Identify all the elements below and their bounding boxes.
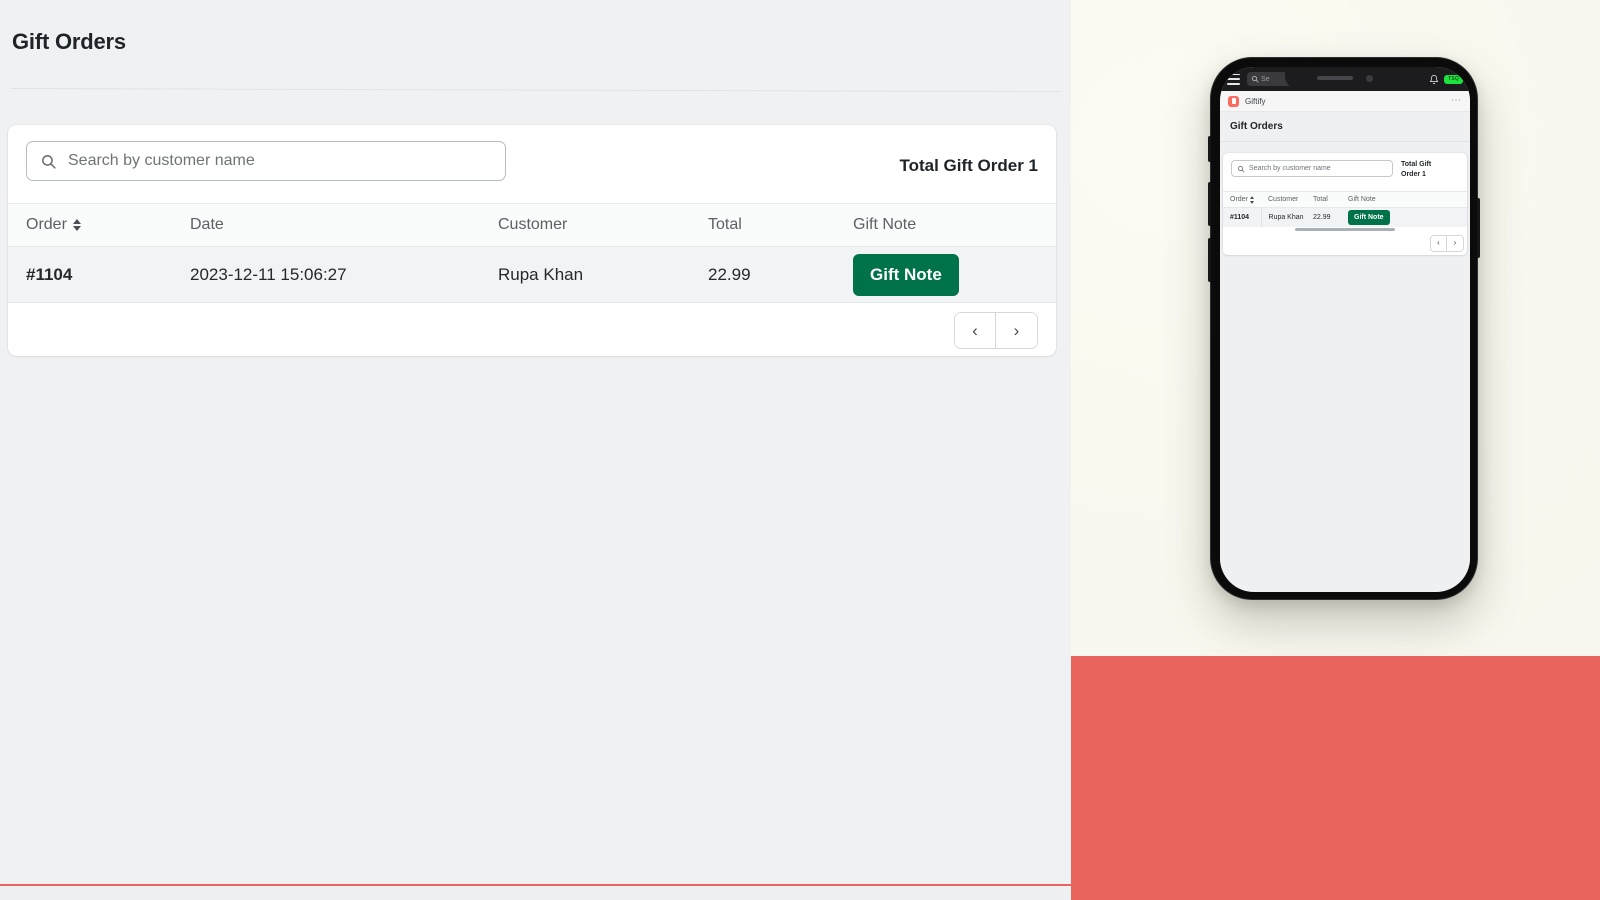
mobile-page-title: Gift Orders: [1230, 121, 1283, 132]
mobile-card-toolbar: Search by customer name Total Gift Order…: [1223, 153, 1467, 191]
mobile-search-field-wrapper[interactable]: Search by customer name: [1231, 160, 1393, 177]
gift-orders-table: Order Date Customer Total Gift Note #110…: [8, 203, 1056, 303]
mobile-table-header-row: Order Customer Total Gift Note: [1223, 191, 1467, 208]
column-header-gift-note: Gift Note: [853, 216, 917, 233]
cell-gift-note: Gift Note: [853, 247, 1056, 303]
card-footer: ‹ ›: [8, 303, 1056, 356]
search-icon: [1251, 75, 1259, 83]
bottom-red-rule: [0, 884, 1071, 886]
search-field-wrapper[interactable]: [26, 141, 506, 181]
cell-total: 22.99: [708, 264, 751, 284]
mobile-status-bar: Se TSQ: [1220, 67, 1470, 91]
hamburger-icon[interactable]: [1227, 73, 1240, 85]
column-header-date: Date: [190, 216, 224, 233]
gift-orders-card: Total Gift Order 1 Order Date Customer T: [8, 125, 1056, 356]
app-name-label: Giftify: [1245, 96, 1266, 106]
mobile-preview-panel: Se TSQ Giftify ⋯ Gift Orders Search by c…: [1071, 0, 1600, 656]
mobile-search-placeholder: Search by customer name: [1249, 165, 1331, 172]
mobile-column-header-gift-note: Gift Note: [1348, 196, 1376, 203]
mobile-cell-total: 22.99: [1313, 213, 1331, 221]
mobile-pagination-prev-button[interactable]: ‹: [1431, 235, 1447, 251]
search-icon: [1237, 165, 1245, 172]
status-badge: TSQ: [1444, 74, 1463, 84]
mobile-header-divider: [1220, 141, 1470, 142]
mobile-table-head: Order Customer Total Gift Note: [1223, 191, 1467, 208]
mobile-browser-search-text: Se: [1261, 75, 1270, 83]
phone-notch: [1285, 67, 1405, 89]
red-band: [1071, 656, 1600, 900]
cell-customer: Rupa Khan: [498, 264, 584, 284]
card-toolbar: Total Gift Order 1: [8, 125, 1056, 203]
column-header-total: Total: [708, 216, 742, 233]
pagination-prev-button[interactable]: ‹: [955, 313, 996, 348]
table-head: Order Date Customer Total Gift Note: [8, 203, 1056, 247]
sort-icon[interactable]: [72, 218, 82, 232]
earpiece-speaker: [1317, 76, 1353, 80]
column-header-order-label: Order: [26, 216, 67, 233]
phone-mockup: Se TSQ Giftify ⋯ Gift Orders Search by c…: [1208, 57, 1480, 600]
pagination: ‹ ›: [954, 312, 1038, 349]
phone-screen: Se TSQ Giftify ⋯ Gift Orders Search by c…: [1220, 67, 1470, 592]
giftify-logo-icon: [1228, 95, 1239, 107]
gift-note-button[interactable]: Gift Note: [853, 253, 959, 296]
mobile-card-footer: ‹ ›: [1223, 231, 1467, 255]
mobile-table-body: #1104 Rupa Khan 22.99 Gift Note: [1223, 207, 1467, 227]
mobile-cell-customer: Rupa Khan: [1268, 213, 1304, 221]
mobile-gift-orders-table: Order Customer Total Gift Note #1104 Rup…: [1223, 191, 1467, 227]
overflow-menu-icon[interactable]: ⋯: [1451, 96, 1462, 106]
mobile-column-header-customer: Customer: [1268, 196, 1299, 203]
header-divider: [10, 88, 1061, 93]
cell-order: #1104: [26, 264, 73, 284]
search-input[interactable]: [68, 152, 468, 170]
column-header-order[interactable]: Order: [8, 204, 190, 247]
mobile-column-header-order-label: Order: [1230, 196, 1248, 203]
table-body: #1104 2023-12-11 15:06:27 Rupa Khan 22.9…: [8, 246, 1056, 303]
sort-icon[interactable]: [1249, 195, 1255, 204]
cell-date: 2023-12-11 15:06:27: [190, 264, 347, 284]
page-title: Gift Orders: [12, 29, 126, 54]
mobile-page-body: Gift Orders Search by customer name Tota…: [1220, 112, 1470, 591]
pagination-next-button[interactable]: ›: [996, 313, 1037, 348]
mobile-pagination: ‹ ›: [1430, 234, 1464, 252]
total-gift-order-label: Total Gift Order 1: [899, 156, 1038, 175]
front-camera: [1366, 74, 1373, 82]
mobile-cell-gift-note: Gift Note: [1348, 208, 1467, 227]
bell-icon[interactable]: [1429, 74, 1439, 85]
column-header-customer: Customer: [498, 216, 568, 233]
status-bar-right: TSQ: [1429, 67, 1463, 91]
mobile-app-bar: Giftify ⋯: [1220, 91, 1470, 112]
table-row[interactable]: #1104 Rupa Khan 22.99 Gift Note: [1223, 207, 1467, 227]
phone-silent-switch: [1208, 136, 1211, 162]
mobile-pagination-next-button[interactable]: ›: [1447, 235, 1463, 251]
phone-volume-up-button: [1208, 182, 1211, 226]
desktop-preview-panel: Gift Orders Total Gift Order 1: [0, 0, 1071, 884]
phone-power-button: [1477, 198, 1480, 258]
mobile-total-gift-order-label: Total Gift Order 1: [1401, 161, 1432, 179]
table-row[interactable]: #1104 2023-12-11 15:06:27 Rupa Khan 22.9…: [8, 246, 1056, 303]
mobile-column-header-order[interactable]: Order: [1223, 192, 1261, 208]
mobile-gift-note-button[interactable]: Gift Note: [1348, 209, 1390, 225]
search-icon: [42, 154, 56, 169]
table-header-row: Order Date Customer Total Gift Note: [8, 203, 1056, 247]
screenshot-stage: Gift Orders Total Gift Order 1: [0, 0, 1600, 900]
phone-volume-down-button: [1208, 238, 1211, 282]
mobile-cell-order: #1104: [1223, 207, 1262, 227]
mobile-gift-orders-card: Search by customer name Total Gift Order…: [1223, 153, 1467, 255]
mobile-column-header-total: Total: [1313, 196, 1328, 203]
